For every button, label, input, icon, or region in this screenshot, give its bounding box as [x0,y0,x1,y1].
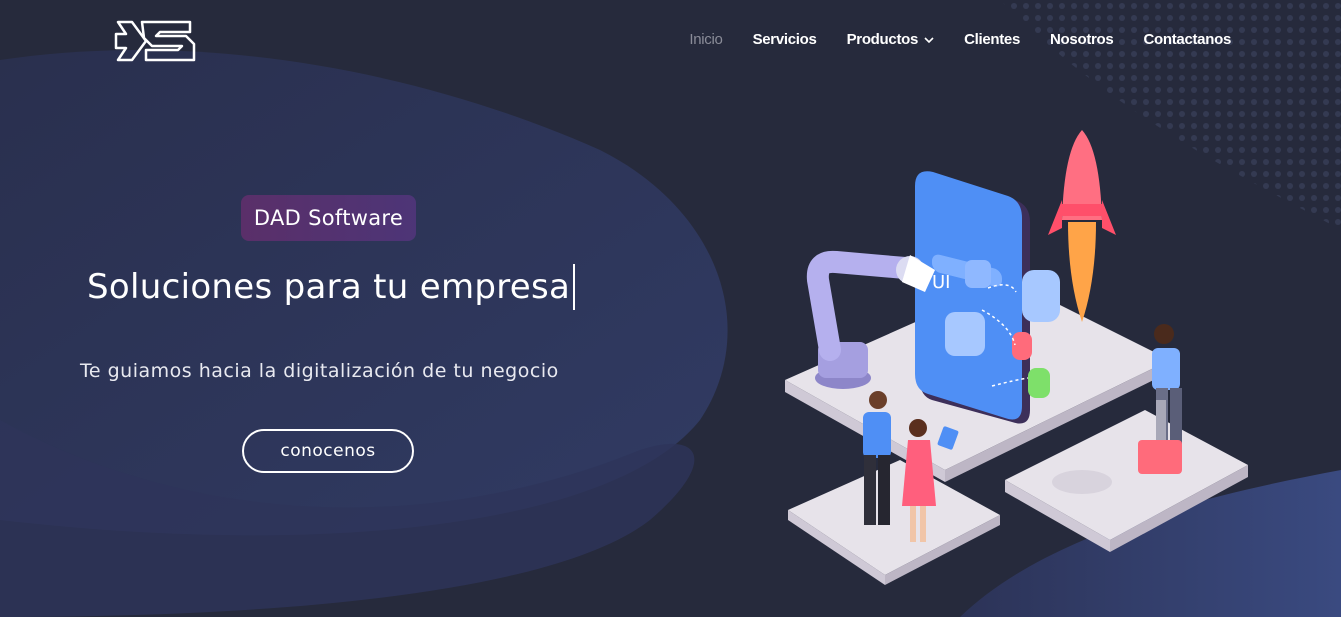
nav-label: Productos [846,31,919,48]
person-worker-graphic [1138,324,1182,474]
nav-label: Clientes [964,31,1021,48]
conocenos-button[interactable]: conocenos [242,429,414,473]
floating-card [1022,270,1060,322]
typing-cursor [573,264,576,310]
nav-item-contactanos[interactable]: Contactanos [1143,31,1231,48]
nav-item-inicio[interactable]: Inicio [689,31,723,48]
phone-graphic: UI [915,171,1030,424]
hero-title: Soluciones para tu empresa [87,262,576,312]
main-nav: Inicio Servicios Productos Clientes Noso… [689,31,1231,48]
hero-title-text: Soluciones para tu empresa [87,267,571,307]
brand-badge: DAD Software [241,195,416,241]
hero-illustration: UI [785,130,1248,585]
hero-subtitle: Te guiamos hacia la digitalización de tu… [80,360,559,382]
dad-logo[interactable] [112,14,196,68]
nav-label: Nosotros [1050,31,1114,48]
nav-item-nosotros[interactable]: Nosotros [1050,31,1114,48]
platform-left [788,460,1000,575]
nav-item-clientes[interactable]: Clientes [964,31,1020,48]
nav-label: Inicio [689,31,723,48]
nav-label: Servicios [752,31,817,48]
nav-label: Contactanos [1143,31,1231,48]
chevron-down-icon [924,36,934,43]
ui-label: UI [932,272,950,293]
nav-item-servicios[interactable]: Servicios [753,31,817,48]
nav-item-productos[interactable]: Productos [847,31,934,48]
